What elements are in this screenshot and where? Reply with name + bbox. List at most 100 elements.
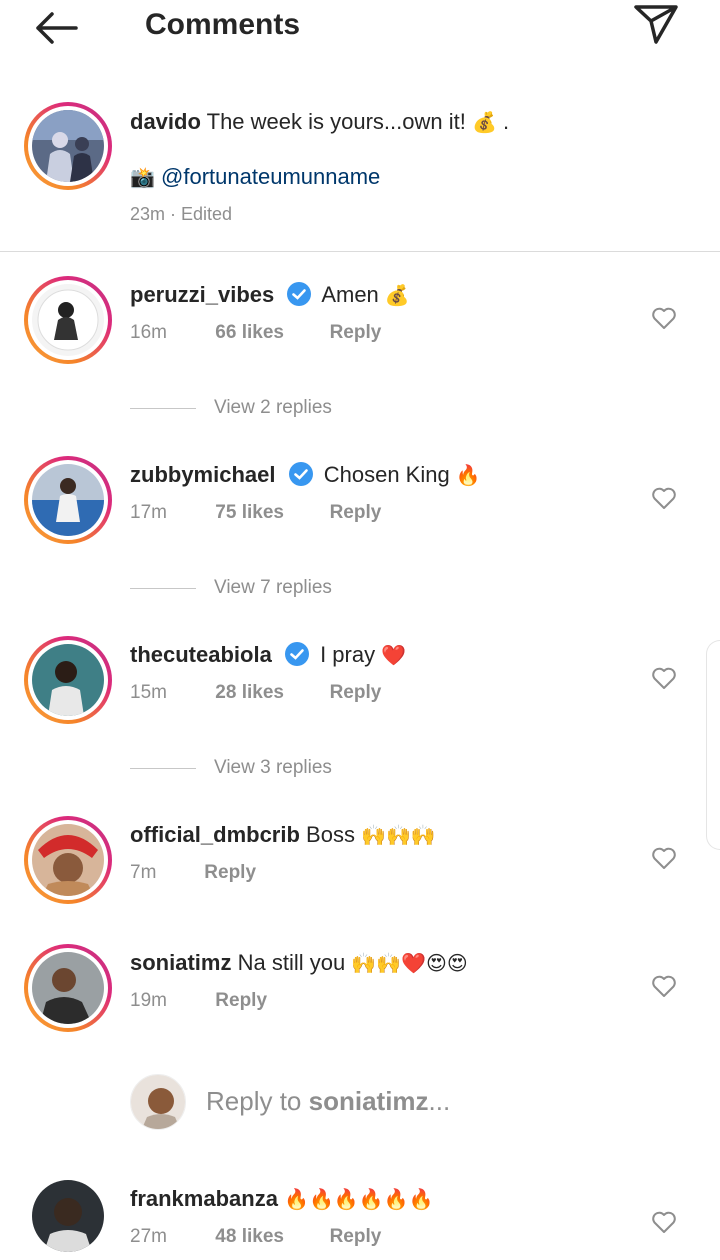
avatar[interactable]: [24, 456, 112, 544]
comment-emoji: ❤️: [381, 643, 407, 667]
avatar[interactable]: [24, 816, 112, 904]
reply-button[interactable]: Reply: [330, 1226, 382, 1248]
comment-meta: 15m 28 likes Reply: [130, 682, 381, 704]
header-bar: Comments: [0, 0, 720, 56]
comment-likes[interactable]: 75 likes: [215, 502, 324, 524]
heart-icon: [652, 1211, 676, 1233]
reply-button[interactable]: Reply: [330, 502, 382, 524]
comment-text: official_dmbcrib Boss 🙌🙌🙌: [130, 820, 436, 850]
reply-target-username: soniatimz: [308, 1086, 429, 1116]
caption-avatar[interactable]: [24, 102, 112, 190]
comment-body: Na still you: [237, 950, 346, 975]
caption-credit: 📸 @fortunateumunname: [130, 163, 380, 191]
comment-item: peruzzi_vibes Amen 💰 16m 66 likes Reply: [0, 276, 720, 396]
comment-username[interactable]: official_dmbcrib: [130, 822, 300, 847]
comment-text: zubbymichael Chosen King 🔥: [130, 460, 481, 490]
comment-item: official_dmbcrib Boss 🙌🙌🙌 7m Reply: [0, 816, 720, 936]
comment-username[interactable]: thecuteabiola: [130, 642, 272, 667]
divider-line: [130, 587, 196, 589]
comment-time: 16m: [130, 322, 167, 343]
reply-ellipsis: ...: [428, 1086, 451, 1116]
reply-button[interactable]: Reply: [215, 990, 267, 1012]
comment-body: I pray: [320, 642, 376, 667]
comment-body: Amen: [321, 282, 379, 307]
view-replies-button[interactable]: View 2 replies: [130, 393, 430, 423]
current-user-avatar: [130, 1074, 186, 1130]
comment-likes[interactable]: 48 likes: [215, 1226, 324, 1248]
comment-emoji: 🙌🙌🙌: [361, 823, 436, 847]
comment-text: thecuteabiola I pray ❤️: [130, 640, 406, 670]
reply-button[interactable]: Reply: [204, 862, 256, 884]
share-button[interactable]: [628, 0, 684, 48]
comment-meta: 17m 75 likes Reply: [130, 502, 381, 524]
comment-body: Boss: [306, 822, 355, 847]
view-replies-label: View 7 replies: [214, 577, 332, 598]
comment-username[interactable]: zubbymichael: [130, 462, 275, 487]
view-replies-button[interactable]: View 3 replies: [130, 753, 430, 783]
comment-emoji: 🔥: [455, 463, 481, 487]
comment-emoji: 🙌🙌❤️😍😍: [351, 951, 468, 975]
post-caption: davido The week is yours...own it! 💰 . 📸…: [0, 100, 720, 252]
comment-username[interactable]: peruzzi_vibes: [130, 282, 274, 307]
verified-badge-icon: [287, 282, 312, 306]
comment-item: frankmabanza 🔥🔥🔥🔥🔥🔥 27m 48 likes Reply: [0, 1180, 720, 1260]
like-button[interactable]: [648, 482, 680, 514]
view-replies-label: View 3 replies: [214, 757, 332, 778]
like-button[interactable]: [648, 1206, 680, 1238]
caption-username[interactable]: davido: [130, 109, 201, 134]
comment-time: 27m: [130, 1226, 167, 1247]
comment-emoji: 💰: [384, 283, 410, 307]
mention-link[interactable]: @fortunateumunname: [161, 164, 380, 189]
heart-icon: [652, 847, 676, 869]
comment-body: Chosen King: [323, 462, 450, 487]
verified-badge-icon: [284, 642, 309, 666]
like-button[interactable]: [648, 662, 680, 694]
comment-likes[interactable]: 66 likes: [215, 322, 324, 344]
scroll-handle[interactable]: [706, 640, 720, 850]
heart-icon: [652, 307, 676, 329]
comment-text: peruzzi_vibes Amen 💰: [130, 280, 410, 310]
paper-plane-icon: [634, 5, 678, 44]
comment-emoji: 🔥🔥🔥🔥🔥🔥: [284, 1187, 434, 1211]
view-replies-button[interactable]: View 7 replies: [130, 573, 430, 603]
reply-button[interactable]: Reply: [330, 682, 382, 704]
divider-line: [130, 767, 196, 769]
view-replies-label: View 2 replies: [214, 397, 332, 418]
page-title: Comments: [145, 8, 301, 41]
verified-badge-icon: [288, 462, 313, 486]
heart-icon: [652, 667, 676, 689]
comment-item: zubbymichael Chosen King 🔥 17m 75 likes …: [0, 456, 720, 576]
back-button[interactable]: [28, 6, 84, 50]
comment-username[interactable]: soniatimz: [130, 950, 231, 975]
avatar[interactable]: [32, 1180, 104, 1252]
comment-time: 17m: [130, 502, 167, 523]
caption-meta: 23m · Edited: [130, 204, 233, 224]
arrow-left-icon: [36, 12, 78, 44]
money-bag-emoji: 💰: [471, 110, 497, 134]
avatar[interactable]: [24, 944, 112, 1032]
comment-meta: 27m 48 likes Reply: [130, 1226, 381, 1248]
caption-suffix: .: [503, 109, 510, 134]
comment-likes[interactable]: 28 likes: [215, 682, 324, 704]
heart-icon: [652, 487, 676, 509]
like-button[interactable]: [648, 302, 680, 334]
reply-prefix: Reply to: [206, 1086, 302, 1116]
like-button[interactable]: [648, 842, 680, 874]
comment-time: 19m: [130, 990, 167, 1011]
reply-input-bar[interactable]: Reply to soniatimz...: [130, 1074, 690, 1132]
reply-input[interactable]: Reply to soniatimz...: [206, 1086, 450, 1117]
reply-button[interactable]: Reply: [330, 322, 382, 344]
comment-meta: 19m Reply: [130, 990, 267, 1012]
comment-item: soniatimz Na still you 🙌🙌❤️😍😍 19m Reply: [0, 944, 720, 1064]
heart-icon: [652, 975, 676, 997]
like-button[interactable]: [648, 970, 680, 1002]
comment-meta: 7m Reply: [130, 862, 256, 884]
comment-meta: 16m 66 likes Reply: [130, 322, 381, 344]
comment-text: soniatimz Na still you 🙌🙌❤️😍😍: [130, 948, 468, 978]
comment-time: 15m: [130, 682, 167, 703]
camera-emoji: 📸: [130, 165, 155, 189]
comment-time: 7m: [130, 862, 157, 883]
comment-username[interactable]: frankmabanza: [130, 1186, 278, 1211]
avatar[interactable]: [24, 636, 112, 724]
avatar[interactable]: [24, 276, 112, 364]
